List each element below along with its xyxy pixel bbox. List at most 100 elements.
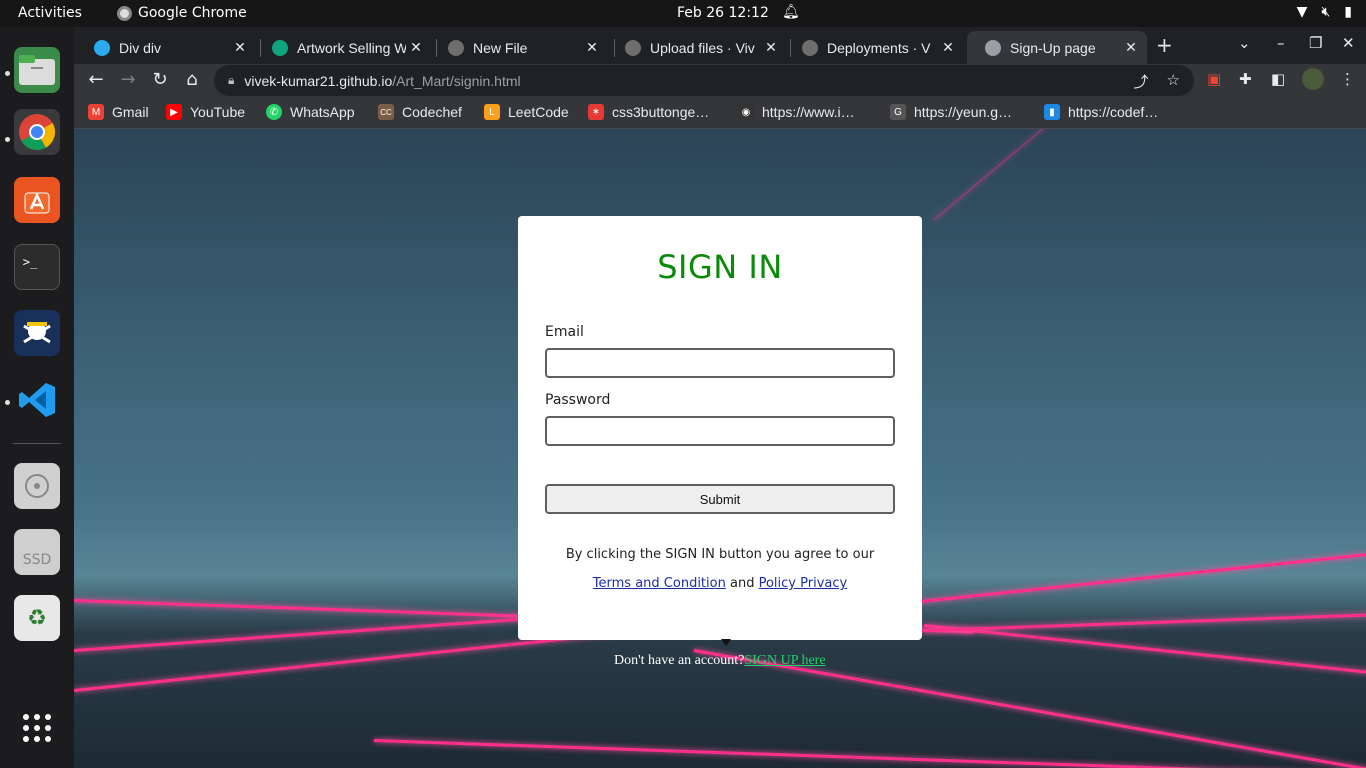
volume-muted-icon: 🔇︎ [1321,4,1331,20]
bookmark-star-icon[interactable]: ☆ [1167,71,1180,92]
reload-button[interactable]: ↻ [148,69,172,90]
tab-label: Upload files · Viv [650,39,755,56]
trash-icon[interactable]: ♻ [14,595,60,641]
tab-label: Sign-Up page [1010,39,1096,56]
terms-link[interactable]: Terms and Condition [593,576,726,591]
tab-new-file[interactable]: New File ✕ [430,31,608,64]
and-text: and [729,576,755,591]
card-pointer-arrow [721,639,731,646]
tab-deployments[interactable]: Deployments · V ✕ [784,31,964,64]
pirate-app-icon[interactable] [14,310,60,356]
running-indicator [5,400,10,405]
close-window-button[interactable]: ✕ [1342,34,1355,52]
vscode-app-icon[interactable] [14,377,60,423]
dock-separator [13,443,61,444]
github-icon [625,39,641,56]
chatgpt-icon [272,39,288,56]
tab-upload-files[interactable]: Upload files · Viv ✕ [607,31,787,64]
url-path: /Art_Mart/signin.html [392,72,521,89]
agreement-text: By clicking the SIGN IN button you agree… [565,547,875,562]
menu-kebab-icon[interactable]: ⋮ [1340,70,1355,88]
close-tab-icon[interactable]: ✕ [761,39,781,56]
password-field[interactable] [545,416,895,446]
bookmark-youtube[interactable]: ▶ YouTube [166,104,245,120]
chart-icon: ▮ [1044,104,1060,120]
bookmark-leetcode[interactable]: L LeetCode [484,104,569,120]
bookmark-label: WhatsApp [290,104,355,120]
home-button[interactable]: ⌂ [180,69,204,90]
close-tab-icon[interactable]: ✕ [406,39,426,56]
close-tab-icon[interactable]: ✕ [1121,39,1141,56]
telegram-icon [94,39,110,56]
show-apps-icon[interactable] [14,705,60,751]
lock-icon[interactable]: 🔒︎ [228,73,234,88]
tab-artwork-selling[interactable]: Artwork Selling W ✕ [254,31,432,64]
bookmark-label: Codechef [402,104,462,120]
extensions-puzzle-icon[interactable]: ✚ [1239,70,1252,88]
bookmark-css3buttongenerator[interactable]: ✶ css3buttonge… [588,104,709,120]
site-icon: ◉ [738,104,754,120]
tab-label: Artwork Selling W [297,39,406,56]
codechef-icon: CC [378,104,394,120]
url-host: vivek-kumar21.github.io [244,72,393,89]
sign-in-card: SIGN IN Email Password Submit By clickin… [518,216,922,640]
tab-div-div[interactable]: Div div ✕ [76,31,256,64]
close-tab-icon[interactable]: ✕ [582,39,602,56]
ssd-drive-icon[interactable]: SSD [14,529,60,575]
email-label: Email [545,324,584,340]
signup-link[interactable]: SIGN UP here [744,653,825,668]
signup-prompt-text: Don't have an account? [614,653,745,668]
activities-button[interactable]: Activities [18,5,82,21]
tab-search-icon[interactable]: ⌄ [1238,34,1251,52]
bookmark-label: LeetCode [508,104,569,120]
bookmark-label: https://yeun.g… [914,104,1013,120]
app-menu[interactable]: Google Chrome [117,5,247,21]
submit-button[interactable]: Submit [545,484,895,514]
css3-star-icon: ✶ [588,104,604,120]
terminal-app-icon[interactable]: >_ [14,244,60,290]
bookmark-gmail[interactable]: M Gmail [88,104,149,120]
email-field[interactable] [545,348,895,378]
globe-icon [985,39,1001,56]
bookmark-yeun[interactable]: G https://yeun.g… [890,104,1012,120]
bookmark-label: Gmail [112,104,149,120]
software-center-icon[interactable] [14,177,60,223]
profile-avatar[interactable] [1302,68,1324,90]
background-laser-line [933,129,1058,221]
bookmark-label: https://codef… [1068,104,1159,120]
leetcode-icon: L [484,104,500,120]
disc-drive-icon[interactable] [14,463,60,509]
page-title: SIGN IN [657,248,783,286]
github-icon [448,39,464,56]
clock[interactable]: Feb 26 12:12 [677,5,769,21]
browser-toolbar: ← → ↻ ⌂ 🔒︎ vivek-kumar21.github.io/Art_M… [74,64,1366,97]
chrome-app-icon[interactable] [14,109,60,155]
app-menu-label: Google Chrome [138,5,247,21]
bookmark-label: YouTube [190,104,246,120]
running-indicator [5,71,10,76]
dock: >_ SSD ♻ [0,27,74,768]
running-indicator [5,137,10,142]
bookmark-www-i[interactable]: ◉ https://www.i… [738,104,855,120]
bookmark-codechef[interactable]: CC Codechef [378,104,462,120]
bookmarks-bar: M Gmail ▶ YouTube ✆ WhatsApp CC Codechef… [74,97,1366,129]
maximize-button[interactable]: ❐ [1309,34,1322,52]
privacy-link[interactable]: Policy Privacy [759,576,848,591]
legal-links: Terms and Condition and Policy Privacy [518,576,922,591]
bookmark-codef[interactable]: ▮ https://codef… [1044,104,1158,120]
forward-button[interactable]: → [116,69,140,90]
side-panel-icon[interactable]: ◧ [1271,70,1285,88]
address-bar[interactable]: 🔒︎ vivek-kumar21.github.io/Art_Mart/sign… [214,65,1194,96]
minimize-button[interactable]: – [1277,34,1285,52]
close-tab-icon[interactable]: ✕ [938,39,958,56]
tab-sign-up-page[interactable]: Sign-Up page ✕ [967,31,1147,64]
github-icon [802,39,818,56]
system-tray[interactable]: ▼ 🔇︎ ▮ [1297,4,1352,20]
share-icon[interactable]: ⤴ [1134,71,1149,92]
back-button[interactable]: ← [84,69,108,90]
bookmark-whatsapp[interactable]: ✆ WhatsApp [266,104,355,120]
files-app-icon[interactable] [14,47,60,93]
calendar-extension-icon[interactable]: ▣ [1207,70,1221,88]
close-tab-icon[interactable]: ✕ [230,39,250,56]
new-tab-button[interactable]: + [1156,33,1173,57]
